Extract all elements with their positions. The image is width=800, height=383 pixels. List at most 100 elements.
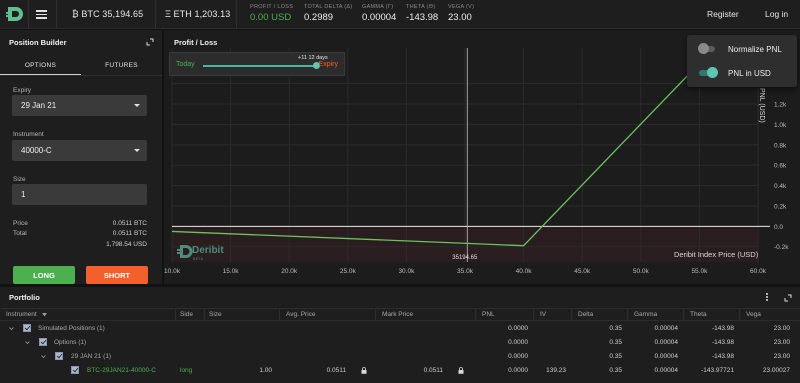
y-tick-label: 1.0k (774, 122, 787, 129)
instrument-value: 40000-C (21, 146, 52, 155)
size-input[interactable]: 1 (12, 184, 147, 205)
deribit-watermark-sub: BETA (193, 257, 204, 261)
col-size[interactable]: Size (209, 311, 222, 318)
price-value: 0.0511 BTC (112, 220, 147, 227)
expand-icon[interactable] (146, 38, 154, 46)
column-divider (533, 309, 534, 321)
expiry-select[interactable]: 29 Jan 21 (12, 95, 147, 116)
lock-icon[interactable] (361, 367, 367, 374)
column-divider (175, 309, 176, 321)
stat-label: PROFIT / LOSS (250, 4, 294, 10)
row-checkbox[interactable] (23, 324, 31, 332)
row-checkbox[interactable] (71, 366, 79, 374)
col-gamma[interactable]: Gamma (634, 311, 657, 318)
eth-price-value: 1,203.13 (194, 9, 231, 19)
col-delta[interactable]: Delta (578, 311, 593, 318)
lock-icon[interactable] (458, 367, 464, 374)
register-link[interactable]: Register (707, 9, 739, 19)
table-row[interactable]: 29 JAN 21 (1) 0.0000 0.35 0.00004 -143.9… (0, 350, 800, 364)
position-builder-panel: Position Builder OPTIONS FUTURES Expiry … (0, 30, 162, 284)
row-size: 1.00 (259, 367, 272, 374)
total-usd-value: 1,798.54 USD (106, 241, 147, 248)
normalize-pnl-toggle[interactable]: Normalize PNL (687, 39, 797, 59)
stat-vega: VEGA (V) 23.00 (448, 4, 474, 23)
chart-options-popup: Normalize PNL PNL in USD (687, 35, 797, 87)
row-checkbox[interactable] (39, 338, 47, 346)
col-side[interactable]: Side (180, 311, 193, 318)
row-theta: -143.97721 (701, 367, 734, 374)
y-tick-label: 0.0 (774, 224, 783, 231)
instrument-select[interactable]: 40000-C (12, 140, 147, 161)
divider (155, 0, 156, 29)
divider (236, 0, 237, 29)
btc-price-value: 35,194.65 (102, 9, 144, 19)
btc-price: ₿ BTC 35,194.65 (72, 9, 143, 19)
row-vega: 23.00 (773, 325, 790, 332)
row-pnl: 0.0000 (508, 339, 528, 346)
row-vega: 23.00027 (762, 367, 790, 374)
row-label: Simulated Positions (1) (38, 325, 105, 332)
deribit-logo-icon[interactable] (6, 5, 24, 23)
toggle-knob (707, 67, 718, 78)
col-instrument[interactable]: Instrument (6, 311, 37, 318)
row-label: 29 JAN 21 (1) (71, 353, 112, 360)
col-pnl[interactable]: PNL (482, 311, 495, 318)
row-mark-price: 0.0511 (423, 367, 443, 374)
col-vega[interactable]: Vega (746, 311, 761, 318)
more-options-icon[interactable] (766, 293, 769, 302)
expand-icon[interactable] (784, 294, 792, 302)
col-avg-price[interactable]: Avg. Price (286, 311, 316, 318)
row-delta: 0.35 (609, 325, 622, 332)
slider-track[interactable] (203, 65, 319, 67)
col-mark-price[interactable]: Mark Price (382, 311, 413, 318)
price-label: Price (13, 220, 28, 227)
table-row[interactable]: Simulated Positions (1) 0.0000 0.35 0.00… (0, 322, 800, 336)
long-button[interactable]: LONG (13, 266, 75, 284)
row-instrument-link[interactable]: BTC-29JAN21-40000-C (87, 367, 156, 374)
size-label: Size (13, 176, 26, 183)
row-iv: 139.23 (546, 367, 566, 374)
col-theta[interactable]: Theta (690, 311, 707, 318)
chevron-down-icon[interactable] (41, 354, 46, 359)
table-row[interactable]: BTC-29JAN21-40000-C long 1.00 0.0511 0.0… (0, 364, 800, 378)
deribit-watermark-text: Deribit (192, 245, 224, 256)
toggle-knob (698, 43, 709, 54)
stat-value: 23.00 (448, 12, 472, 23)
table-row[interactable]: Options (1) 0.0000 0.35 0.00004 -143.98 … (0, 336, 800, 350)
row-pnl: 0.0000 (508, 325, 528, 332)
row-vega: 23.00 (773, 339, 790, 346)
x-tick-label: 40.0k (516, 268, 533, 275)
row-vega: 23.00 (773, 353, 790, 360)
row-pnl: 0.0000 (508, 367, 528, 374)
column-divider (475, 309, 476, 321)
row-checkbox[interactable] (55, 352, 63, 360)
login-link[interactable]: Log in (765, 9, 788, 19)
toggle-label: Normalize PNL (728, 45, 782, 54)
toggle-label: PNL in USD (728, 69, 771, 78)
x-axis-label: Deribit Index Price (USD) (674, 250, 759, 259)
row-delta: 0.35 (609, 353, 622, 360)
tab-futures[interactable]: FUTURES (81, 56, 162, 75)
tab-options[interactable]: OPTIONS (0, 56, 81, 75)
row-theta: -143.98 (711, 339, 734, 346)
expiry-value: 29 Jan 21 (21, 101, 57, 110)
chevron-down-icon[interactable] (25, 340, 30, 345)
short-button[interactable]: SHORT (86, 266, 148, 284)
sort-down-icon[interactable] (42, 313, 47, 317)
pnl-in-usd-toggle[interactable]: PNL in USD (687, 63, 797, 83)
row-gamma: 0.00004 (654, 339, 679, 346)
caret-down-icon (134, 149, 140, 152)
stat-label: THETA (Θ) (406, 4, 436, 10)
y-tick-label: 0.6k (774, 163, 787, 170)
caret-down-icon (134, 104, 140, 107)
row-delta: 0.35 (609, 367, 622, 374)
row-pnl: 0.0000 (508, 353, 528, 360)
stat-profit-loss: PROFIT / LOSS 0.00 USD (250, 4, 293, 23)
pnl-series-line (171, 62, 700, 247)
column-divider (683, 309, 684, 321)
col-iv[interactable]: IV (540, 311, 546, 318)
x-tick-label: 25.0k (340, 268, 357, 275)
builder-tabs: OPTIONS FUTURES (0, 56, 162, 76)
hamburger-menu-icon[interactable] (36, 10, 47, 19)
chevron-down-icon[interactable] (9, 326, 14, 331)
